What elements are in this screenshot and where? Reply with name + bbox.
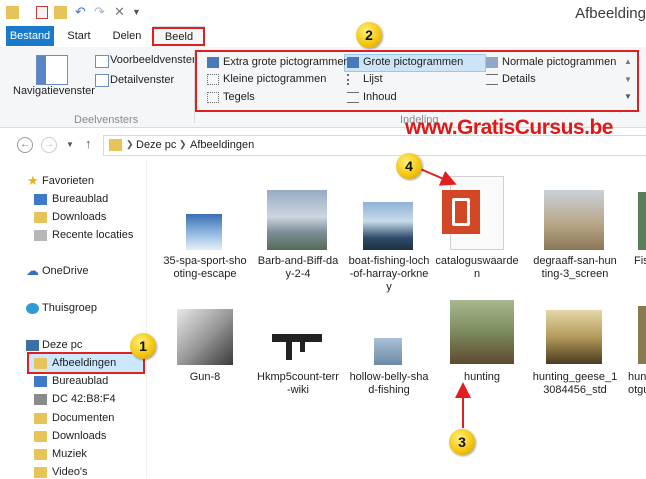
annotation-badge-4: 4 bbox=[396, 153, 422, 179]
annotation-arrows bbox=[417, 167, 471, 428]
annotation-badge-2: 2 bbox=[356, 22, 382, 48]
annotation-badge-3: 3 bbox=[449, 429, 475, 455]
annotation-badge-1: 1 bbox=[130, 333, 156, 359]
